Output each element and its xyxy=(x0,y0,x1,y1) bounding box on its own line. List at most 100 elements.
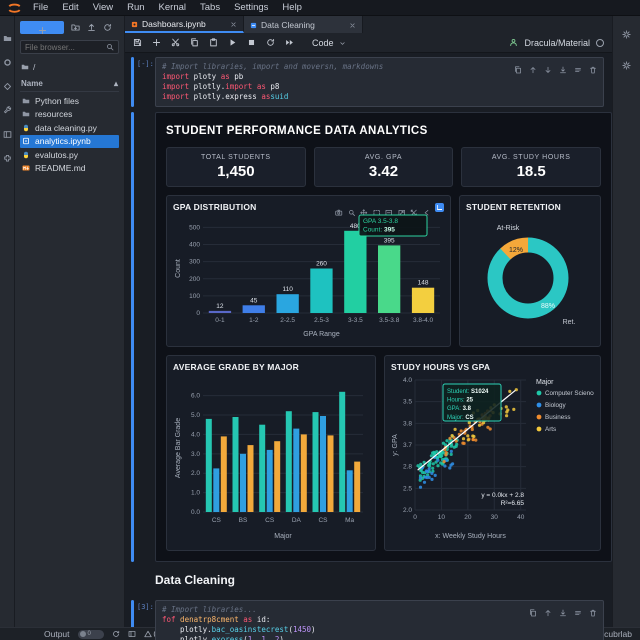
menu-edit[interactable]: Edit xyxy=(55,2,85,13)
file-item-analytics-ipynb[interactable]: analytics.ipynb xyxy=(20,134,119,148)
restart-icon[interactable] xyxy=(112,630,120,638)
close-icon[interactable] xyxy=(349,21,356,28)
trash-icon[interactable] xyxy=(589,604,597,617)
menu-view[interactable]: View xyxy=(86,2,120,13)
svg-text:5.0: 5.0 xyxy=(191,412,200,419)
code-editor-1[interactable]: # Import libraries, import and moversn, … xyxy=(155,57,604,107)
duplicate-icon[interactable] xyxy=(529,604,537,617)
cell-type-select[interactable]: Code xyxy=(312,38,346,48)
tab-dashboars-ipynb[interactable]: Dashboars.ipynb xyxy=(125,16,244,33)
chart-title: GPA DISTRIBUTION xyxy=(173,202,257,212)
save-icon[interactable] xyxy=(133,38,142,47)
plotly-logo-icon[interactable] xyxy=(435,202,444,212)
restart-icon[interactable] xyxy=(266,38,275,47)
run-icon[interactable] xyxy=(228,38,237,47)
app-window: FileEditViewRunKernalTabsSettingsHelp / … xyxy=(0,0,640,640)
upload-icon[interactable] xyxy=(87,23,96,32)
notebook-toolbar: Code Dracula/Material xyxy=(125,33,612,53)
sqminus-icon[interactable] xyxy=(385,203,393,216)
file-item-readme-md[interactable]: README.md xyxy=(20,162,119,176)
toggle-label: 0 xyxy=(87,631,91,637)
gear-icon[interactable] xyxy=(622,57,631,70)
breadcrumb[interactable]: / xyxy=(20,60,119,77)
svg-text:88%: 88% xyxy=(541,303,555,310)
arrowdown-icon[interactable] xyxy=(544,61,552,73)
boxselect-icon[interactable] xyxy=(373,203,381,216)
menu-run[interactable]: Run xyxy=(120,2,151,13)
puzzle-icon[interactable] xyxy=(3,150,12,162)
file-browser-actions xyxy=(20,21,119,35)
sort-caret-icon[interactable]: ▴ xyxy=(114,79,118,88)
copy-icon[interactable] xyxy=(190,38,199,47)
xarrows-icon[interactable] xyxy=(410,203,418,216)
stop-icon[interactable] xyxy=(247,38,256,47)
statuscircle-icon[interactable] xyxy=(3,54,12,66)
gpa-chart-canvas[interactable]: 0 100 200 300 400 500 12 0-1 45 1-2 110 2-2.5 260 2.5… xyxy=(173,212,444,344)
tab-data-cleaning[interactable]: Data Cleaning xyxy=(244,16,363,33)
download-icon[interactable] xyxy=(559,61,567,74)
svg-text:Count: Count xyxy=(175,259,182,278)
svg-text:400: 400 xyxy=(189,242,200,249)
menu-tabs[interactable]: Tabs xyxy=(193,2,227,13)
download-icon[interactable] xyxy=(559,604,567,617)
file-item-label: README.md xyxy=(35,163,86,174)
file-item-evalutos-py[interactable]: evalutos.py xyxy=(20,148,119,162)
arrowup-icon[interactable] xyxy=(529,61,537,74)
avg-grade-by-major-card: AVERAGE GRADE BY MAJOR 0.0 1.0 2.0 3.0 4.0 5.… xyxy=(166,355,376,551)
pan-icon[interactable] xyxy=(360,203,368,216)
cut-icon[interactable] xyxy=(171,38,180,47)
more-icon[interactable] xyxy=(574,604,582,615)
svg-text:Hours: 25: Hours: 25 xyxy=(447,398,474,404)
trash-icon[interactable] xyxy=(589,61,597,74)
file-list-header[interactable]: Name ▴ xyxy=(20,77,119,92)
code-cell-2-row: [3]: # Import libraries... fof denatrp8cm… xyxy=(129,600,612,640)
more-icon[interactable] xyxy=(574,61,582,72)
python-icon xyxy=(22,151,30,159)
file-search-input[interactable] xyxy=(25,42,106,52)
ff-icon[interactable] xyxy=(285,38,294,47)
sqarrow-icon[interactable] xyxy=(398,203,406,216)
close-icon[interactable] xyxy=(230,20,237,27)
folder-icon xyxy=(22,97,30,105)
menu-file[interactable]: File xyxy=(26,2,55,13)
folder-icon[interactable] xyxy=(3,30,12,42)
bluetab-icon xyxy=(250,21,257,29)
cell-1-prompt: [-]: xyxy=(137,60,154,68)
newfolder-icon[interactable] xyxy=(71,23,80,32)
duplicate-icon[interactable] xyxy=(514,61,522,74)
back-icon[interactable] xyxy=(423,203,431,216)
magnifier-icon[interactable] xyxy=(348,203,356,216)
plus-icon[interactable] xyxy=(152,38,161,47)
camera-icon[interactable] xyxy=(335,203,343,216)
diamond-icon[interactable] xyxy=(3,78,12,90)
svg-text:Count: 395: Count: 395 xyxy=(363,227,395,234)
gear-icon[interactable] xyxy=(622,26,631,39)
output-toggle[interactable]: 0 xyxy=(77,629,104,639)
retention-chart-canvas[interactable]: At-Risk 12% 88% Ret. xyxy=(466,212,594,344)
student-retention-card: STUDENT RETENTION At-Risk 12% 88% Ret. xyxy=(459,195,601,347)
output-row: STUDENT PERFORMANCE DATA ANALYTICS TOTAL… xyxy=(129,112,612,562)
panel-icon[interactable] xyxy=(3,126,12,138)
wrench-icon[interactable] xyxy=(3,102,12,114)
kernel-name[interactable]: Dracula/Material xyxy=(524,38,590,48)
menu-kernal[interactable]: Kernal xyxy=(152,2,193,13)
svg-text:GPA Range: GPA Range xyxy=(303,331,340,338)
new-launcher-button[interactable] xyxy=(20,21,64,35)
file-item-data-cleaning-py[interactable]: data cleaning.py xyxy=(20,121,119,135)
file-item-python-files[interactable]: Python files xyxy=(20,94,119,108)
arrowup-icon[interactable] xyxy=(544,604,552,617)
major-chart-canvas[interactable]: 0.0 1.0 2.0 3.0 4.0 5.0 6.0 CS BS CS DA CS Ma Major Av… xyxy=(173,372,369,547)
svg-text:0-1: 0-1 xyxy=(215,317,225,324)
panel-icon[interactable] xyxy=(128,630,136,638)
breadcrumb-path: / xyxy=(33,62,36,72)
file-item-resources[interactable]: resources xyxy=(20,108,119,122)
paste-icon[interactable] xyxy=(209,38,218,47)
scatter-chart-canvas[interactable]: 4.0 3.5 3.8 3.7 2.8 2.5 2.0 0 10 20 30 40 Student: S… xyxy=(391,372,597,547)
menu-settings[interactable]: Settings xyxy=(227,2,275,13)
notebook-area: [-]: # Import libraries, import and move… xyxy=(125,53,612,640)
code-line: import plotly.express assuid xyxy=(162,92,289,101)
refresh-icon[interactable] xyxy=(103,23,112,32)
code-editor-2[interactable]: # Import libraries... fof denatrp8cment a… xyxy=(155,600,604,640)
menu-help[interactable]: Help xyxy=(275,2,309,13)
svg-text:2.0: 2.0 xyxy=(403,507,412,514)
